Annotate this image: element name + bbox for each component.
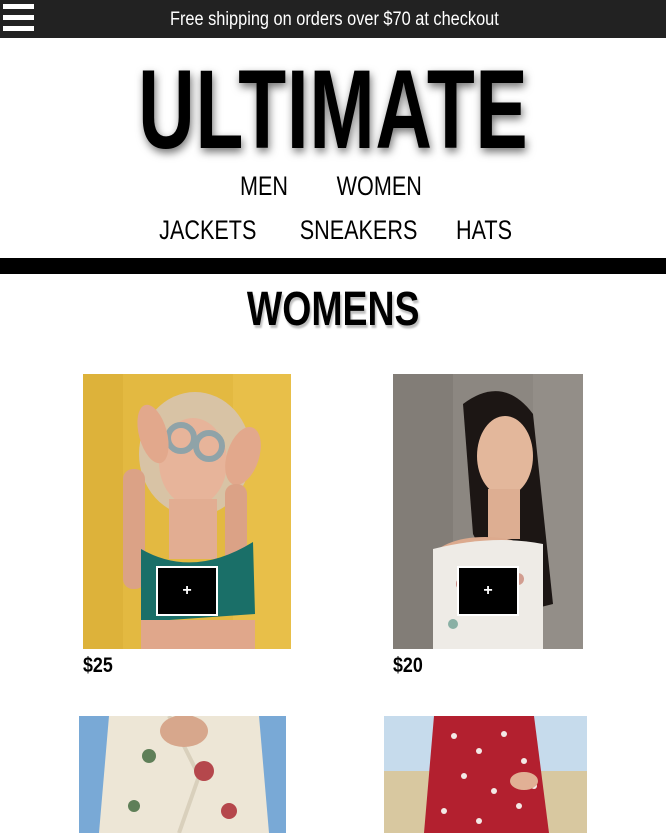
- product-photo[interactable]: [79, 716, 286, 833]
- add-to-cart-button[interactable]: +: [457, 566, 519, 616]
- primary-nav: MEN WOMEN: [0, 171, 666, 201]
- category-nav: JACKETS SNEAKERS HATS: [0, 215, 666, 245]
- product-card: + $25: [83, 374, 291, 684]
- product-card: [79, 716, 286, 833]
- nav-link-hats[interactable]: HATS: [456, 215, 512, 245]
- product-price: $20: [393, 654, 423, 677]
- hamburger-menu-icon[interactable]: [3, 4, 34, 32]
- nav-link-men[interactable]: MEN: [240, 171, 288, 201]
- header-divider: [0, 258, 666, 274]
- nav-link-jackets[interactable]: JACKETS: [159, 215, 256, 245]
- product-card: [384, 716, 587, 833]
- add-to-cart-button[interactable]: +: [156, 566, 218, 616]
- product-image-floral-wrap-dress: [79, 716, 286, 833]
- nav-link-sneakers[interactable]: SNEAKERS: [300, 215, 418, 245]
- hamburger-line: [3, 4, 34, 9]
- section-title: WOMENS: [246, 283, 420, 336]
- hamburger-line: [3, 15, 34, 20]
- site-logo[interactable]: ULTIMATE: [100, 50, 566, 170]
- hamburger-line: [3, 26, 34, 31]
- product-photo[interactable]: [384, 716, 587, 833]
- promo-text: Free shipping on orders over $70 at chec…: [169, 9, 499, 30]
- nav-link-women[interactable]: WOMEN: [337, 171, 422, 201]
- product-price: $25: [83, 654, 113, 677]
- promo-bar: Free shipping on orders over $70 at chec…: [0, 0, 666, 38]
- product-image-red-polka-dot-dress: [384, 716, 587, 833]
- product-card: + $20: [393, 374, 583, 684]
